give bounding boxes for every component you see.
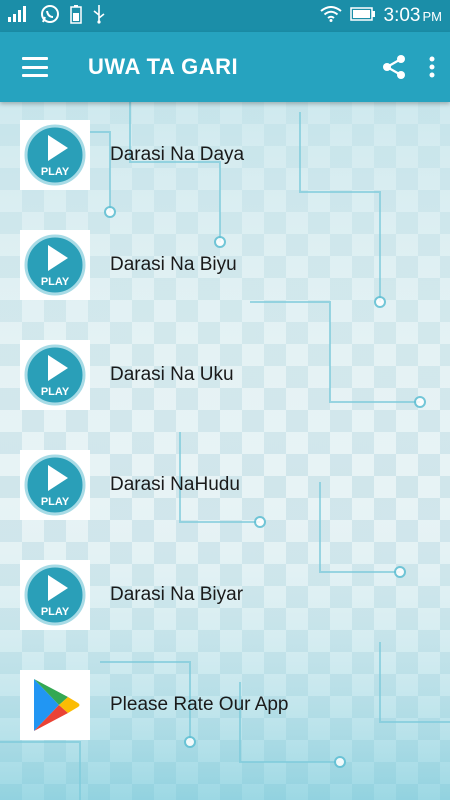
rate-app-label: Please Rate Our App [110,694,289,715]
status-bar: 3:03 PM [0,0,450,32]
list-item[interactable]: PLAY Darasi Na Biyu [0,230,450,340]
whatsapp-icon [40,4,60,29]
list-item-label: Darasi Na Uku [110,364,234,385]
share-icon[interactable] [382,54,406,80]
usb-icon [92,4,106,29]
play-icon: PLAY [20,560,90,630]
play-icon: PLAY [20,450,90,520]
clock: 3:03 PM [384,5,442,27]
battery-icon [349,6,376,26]
battery-saver-icon [70,4,82,29]
play-icon: PLAY [20,340,90,410]
list-item[interactable]: PLAY Darasi NaHudu [0,450,450,560]
list-item[interactable]: PLAY Darasi Na Uku [0,340,450,450]
signal-icon [8,5,30,27]
list-item-label: Darasi Na Biyu [110,254,237,275]
wifi-icon [319,5,342,27]
play-text: PLAY [41,166,70,178]
status-time: 3:03 [383,5,421,26]
page-title: UWA TA GARI [88,54,239,79]
google-play-icon [20,670,90,740]
play-icon: PLAY [20,230,90,300]
main-content: PLAY Darasi Na Daya PLAY Darasi Na Biyu … [0,102,450,800]
list-item-label: Darasi Na Biyar [110,584,244,605]
hamburger-menu-icon[interactable] [22,57,48,77]
status-ampm: PM [422,9,443,24]
list-item-label: Darasi Na Daya [110,144,245,165]
play-text: PLAY [41,386,70,398]
play-text: PLAY [41,276,70,288]
more-vert-icon[interactable] [428,55,436,79]
lesson-list: PLAY Darasi Na Daya PLAY Darasi Na Biyu … [0,120,450,780]
rate-app-item[interactable]: Please Rate Our App [0,670,450,780]
play-text: PLAY [41,606,70,618]
app-bar: UWA TA GARI [0,32,450,102]
list-item-label: Darasi NaHudu [110,474,240,495]
list-item[interactable]: PLAY Darasi Na Daya [0,120,450,230]
list-item[interactable]: PLAY Darasi Na Biyar [0,560,450,670]
play-text: PLAY [41,496,70,508]
play-icon: PLAY [20,120,90,190]
